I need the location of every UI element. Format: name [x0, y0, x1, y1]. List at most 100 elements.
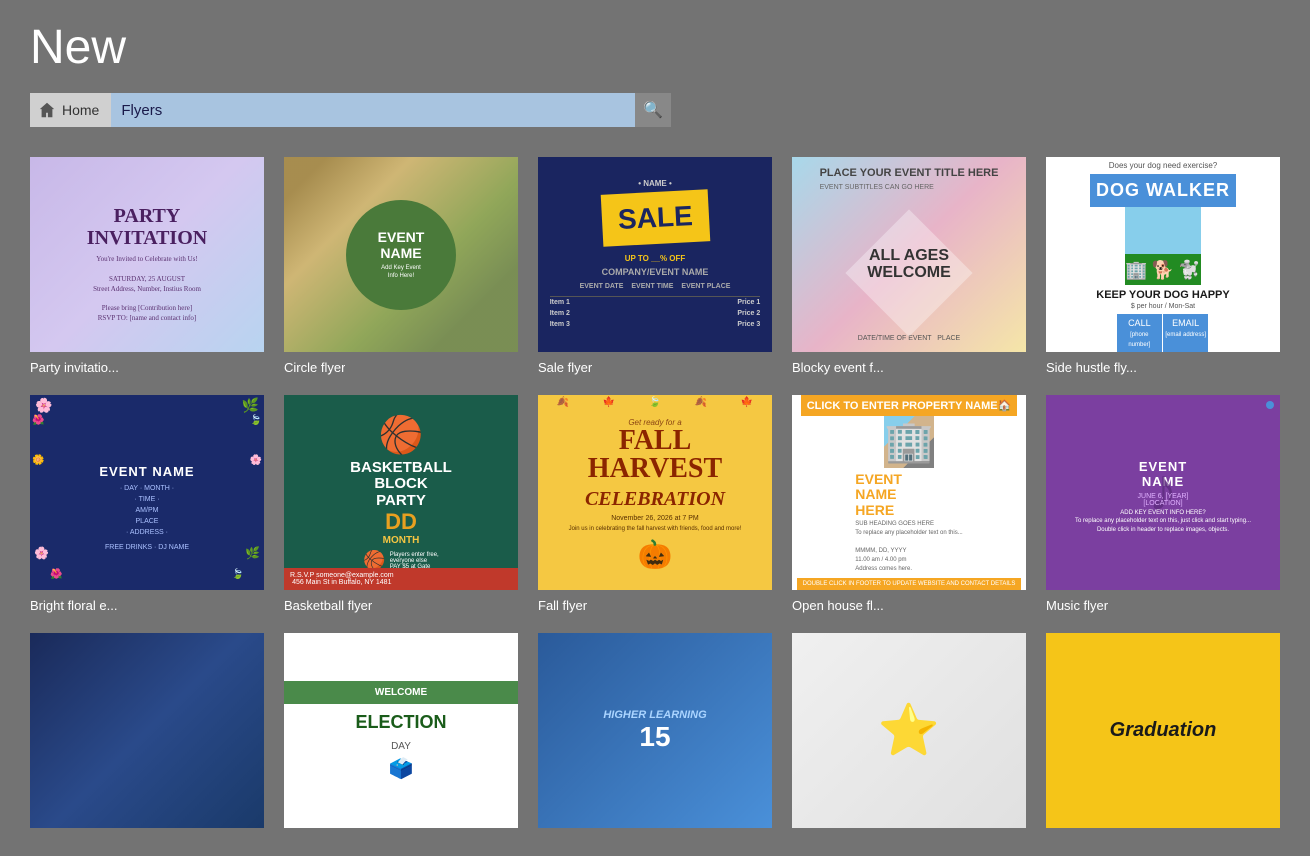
dog-title: DOG WALKER	[1090, 174, 1236, 207]
music-details: ADD KEY EVENT INFO HERE?To replace any p…	[1075, 509, 1251, 534]
template-label: Sale flyer	[538, 360, 592, 375]
template-thumb-openhouse: CLICK TO ENTER PROPERTY NAME 🏠 🏢 EVENTNA…	[792, 395, 1026, 590]
sale-company: COMPANY/EVENT NAME	[602, 267, 709, 277]
fall-desc: Join us in celebrating the fall harvest …	[569, 525, 742, 533]
higher-number: 15	[603, 721, 706, 753]
openhouse-photo: 🏢	[884, 416, 934, 468]
template-item-floral[interactable]: 🌸 🌿 🌺 🍃 🌸 🌿 🌺 🍃 🌼 🌸 EVENT NAME · DAY · M…	[30, 395, 264, 613]
template-label: Fall flyer	[538, 598, 587, 613]
template-label: Blocky event f...	[792, 360, 884, 375]
search-wrapper: 🔍	[111, 93, 671, 127]
template-item-photo[interactable]	[30, 633, 264, 836]
home-label: Home	[62, 102, 99, 118]
template-thumb-party: PARTYINVITATION You're Invited to Celebr…	[30, 157, 264, 352]
page-title: New	[30, 20, 1280, 75]
template-item-basketball[interactable]: 🏀 BASKETBALLBLOCKPARTY DD MONTH 🏀 Player…	[284, 395, 518, 613]
template-label: Bright floral e...	[30, 598, 117, 613]
basketball-ball-icon: 🏀	[379, 414, 424, 456]
template-item-music[interactable]: ♪ EVENTNAME JUNE 6, [YEAR][LOCATION] ADD…	[1046, 395, 1280, 613]
floral-extra: FREE DRINKS · DJ NAME	[105, 544, 189, 551]
dot-indicator	[1266, 401, 1274, 409]
blocky-title: PLACE YOUR EVENT TITLE HEREEVENT SUBTITL…	[820, 167, 999, 193]
dog-info: KEEP YOUR DOG HAPPY $ per hour / Mon-Sat	[1092, 285, 1233, 314]
template-thumb-music: ♪ EVENTNAME JUNE 6, [YEAR][LOCATION] ADD…	[1046, 395, 1280, 590]
template-thumb-photo	[30, 633, 264, 828]
basketball-rsvp: R.S.V.P someone@example.com456 Main St i…	[290, 572, 394, 586]
dog-scene: 🏢🐕🐩	[1125, 207, 1200, 285]
template-thumb-fall: 🍂🍁🍃🍂🍁 Get ready for a FALLHARVESTCelebra…	[538, 395, 772, 590]
page-header: New Home 🔍	[0, 0, 1310, 137]
template-thumb-dogwalker: Does your dog need exercise? DOG WALKER …	[1046, 157, 1280, 352]
circle-sub: Add Key EventInfo Here!	[381, 264, 421, 281]
template-thumb-blocky: PLACE YOUR EVENT TITLE HEREEVENT SUBTITL…	[792, 157, 1026, 352]
floral-details: · DAY · MONTH ·· TIME ·AM/PMPLACE· ADDRE…	[120, 483, 174, 539]
music-date: JUNE 6, [YEAR][LOCATION]	[1138, 493, 1189, 507]
search-bar: Home 🔍	[30, 93, 1280, 127]
openhouse-event-title: EVENTNAMEHERE	[855, 472, 962, 518]
template-thumb-star: ⭐	[792, 633, 1026, 828]
dog-tagline: KEEP YOUR DOG HAPPY	[1096, 289, 1229, 301]
template-item-higher[interactable]: HIGHER LEARNING 15	[538, 633, 772, 836]
template-item-star[interactable]: ⭐	[792, 633, 1026, 836]
sale-percent: UP TO __% OFF	[625, 254, 686, 263]
house-icon: 🏠	[998, 399, 1012, 412]
circle-event-name: EVENTNAME	[378, 229, 425, 261]
election-title: ELECTION	[355, 712, 446, 733]
election-welcome: WELCOME	[284, 681, 518, 704]
dog-call: CALL[phone number]	[1117, 314, 1163, 352]
openhouse-header: CLICK TO ENTER PROPERTY NAME 🏠	[801, 395, 1018, 416]
openhouse-header-text: CLICK TO ENTER PROPERTY NAME	[807, 400, 998, 412]
search-button[interactable]: 🔍	[635, 93, 671, 127]
search-icon: 🔍	[643, 100, 663, 120]
floral-title: EVENT NAME	[99, 464, 194, 479]
fall-date: November 26, 2026 at 7 PM	[611, 515, 699, 522]
sale-badge: SALE	[600, 189, 709, 247]
template-thumb-basketball: 🏀 BASKETBALLBLOCKPARTY DD MONTH 🏀 Player…	[284, 395, 518, 590]
star-icon: ⭐	[878, 701, 940, 760]
dog-footer: CALL[phone number] EMAIL[email address]	[1117, 314, 1210, 352]
template-item-openhouse[interactable]: CLICK TO ENTER PROPERTY NAME 🏠 🏢 EVENTNA…	[792, 395, 1026, 613]
election-icon: 🗳️	[389, 756, 414, 781]
template-item-sale[interactable]: • NAME • SALE UP TO __% OFF COMPANY/EVEN…	[538, 157, 772, 375]
basketball-title: BASKETBALLBLOCKPARTY	[350, 460, 452, 510]
sale-name-label: • NAME •	[638, 179, 672, 188]
openhouse-footer: DOUBLE CLICK IN FOOTER TO UPDATE WEBSITE…	[797, 578, 1022, 590]
sale-info-row: EVENT DATEEVENT TIMEEVENT PLACE	[580, 283, 731, 290]
template-item-election[interactable]: WELCOME ELECTION DAY 🗳️	[284, 633, 518, 836]
template-label: Side hustle fly...	[1046, 360, 1137, 375]
basketball-date: DD	[385, 509, 417, 535]
template-item-graduation[interactable]: Graduation	[1046, 633, 1280, 836]
template-item-circle[interactable]: EVENTNAME Add Key EventInfo Here! Circle…	[284, 157, 518, 375]
election-sub: DAY	[391, 741, 411, 752]
blocky-mid: ALL AGESWELCOME	[867, 247, 951, 282]
template-label: Circle flyer	[284, 360, 345, 375]
openhouse-details: SUB HEADING GOES HERE To replace any pla…	[855, 520, 962, 574]
fall-title: FALLHARVESTCelebration	[585, 427, 725, 511]
template-item-fall[interactable]: 🍂🍁🍃🍂🍁 Get ready for a FALLHARVESTCelebra…	[538, 395, 772, 613]
openhouse-content: EVENTNAMEHERE SUB HEADING GOES HERE To r…	[849, 468, 968, 578]
template-thumb-sale: • NAME • SALE UP TO __% OFF COMPANY/EVEN…	[538, 157, 772, 352]
template-label: Party invitatio...	[30, 360, 119, 375]
template-item-dogwalker[interactable]: Does your dog need exercise? DOG WALKER …	[1046, 157, 1280, 375]
template-thumb-floral: 🌸 🌿 🌺 🍃 🌸 🌿 🌺 🍃 🌼 🌸 EVENT NAME · DAY · M…	[30, 395, 264, 590]
dog-question: Does your dog need exercise?	[1107, 157, 1220, 174]
templates-grid: PARTYINVITATION You're Invited to Celebr…	[0, 137, 1310, 856]
graduation-title: Graduation	[1110, 719, 1217, 742]
template-item-party[interactable]: PARTYINVITATION You're Invited to Celebr…	[30, 157, 264, 375]
dog-email: EMAIL[email address]	[1163, 314, 1209, 352]
home-icon	[38, 101, 56, 119]
template-thumb-graduation: Graduation	[1046, 633, 1280, 828]
higher-pre: HIGHER LEARNING	[603, 709, 706, 721]
template-thumb-election: WELCOME ELECTION DAY 🗳️	[284, 633, 518, 828]
sale-table: Item 1Price 1 Item 2Price 2 Item 3Price …	[550, 296, 761, 330]
template-item-blocky[interactable]: PLACE YOUR EVENT TITLE HEREEVENT SUBTITL…	[792, 157, 1026, 375]
template-thumb-higher: HIGHER LEARNING 15	[538, 633, 772, 828]
basketball-footer: R.S.V.P someone@example.com456 Main St i…	[284, 568, 518, 590]
template-label: Music flyer	[1046, 598, 1108, 613]
fall-pumpkin-icon: 🎃	[638, 538, 673, 571]
higher-content: HIGHER LEARNING 15	[603, 709, 706, 753]
template-label: Open house fl...	[792, 598, 884, 613]
home-button[interactable]: Home	[30, 93, 111, 127]
search-input[interactable]	[111, 93, 671, 127]
template-label: Basketball flyer	[284, 598, 372, 613]
